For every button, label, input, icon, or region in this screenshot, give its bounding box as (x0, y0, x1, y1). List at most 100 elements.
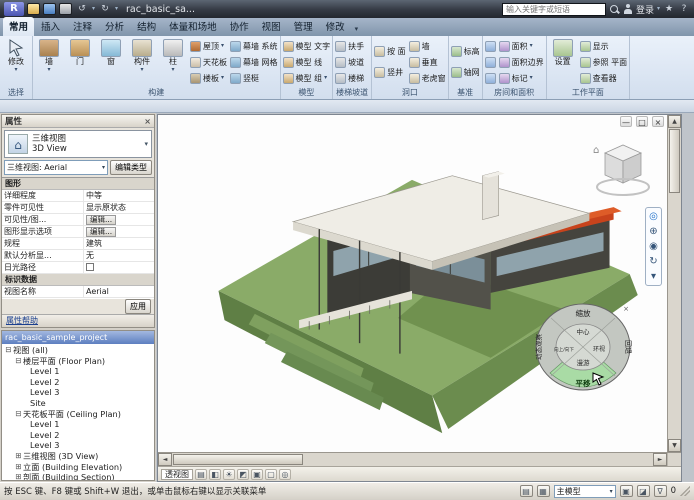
wheel-close-icon[interactable]: × (623, 305, 629, 313)
scroll-down-button[interactable]: ▼ (668, 439, 681, 452)
help-icon[interactable]: ? (678, 4, 690, 14)
tree-item[interactable]: Level 2 (4, 430, 154, 441)
wheel-walk-label[interactable]: 漫游 (577, 358, 591, 367)
tree-item[interactable]: Site (4, 398, 154, 409)
apply-button[interactable]: 应用 (125, 299, 151, 314)
stair-button[interactable]: 楼梯 (334, 71, 365, 85)
tab-structure[interactable]: 结构 (131, 17, 162, 36)
show-crop-region-icon[interactable]: ▢ (265, 469, 277, 480)
area-button[interactable]: 面积 ▾ (498, 39, 545, 53)
panel-room-area-label[interactable]: 房间和面积 (484, 87, 545, 99)
roof-dropdown-icon[interactable]: ▾ (221, 43, 224, 49)
tab-collaborate[interactable]: 协作 (224, 17, 255, 36)
filter-icon[interactable]: ∇ (654, 485, 667, 497)
view-scale-button[interactable]: 透视图 (161, 469, 193, 480)
view-selector-combo[interactable]: 三维视图: Aerial ▾ (4, 160, 108, 175)
panel-workplane-label[interactable]: 工作平面 (548, 87, 629, 99)
detail-level-icon[interactable]: ▤ (195, 469, 207, 480)
viewcube[interactable]: ⌂ (589, 137, 653, 199)
column-dropdown-icon[interactable]: ▾ (171, 67, 174, 73)
active-option-only-icon[interactable]: ▣ (620, 485, 633, 497)
exclude-options-icon[interactable]: ◪ (637, 485, 650, 497)
view-restore-button[interactable]: □ (636, 116, 648, 127)
reveal-hidden-icon[interactable]: ◎ (279, 469, 291, 480)
model-group-dropdown-icon[interactable]: ▾ (324, 75, 327, 81)
crop-view-icon[interactable]: ▣ (251, 469, 263, 480)
tab-insert[interactable]: 插入 (35, 17, 66, 36)
view-minimize-button[interactable]: — (620, 116, 632, 127)
sun-path-checkbox[interactable] (86, 263, 94, 271)
horizontal-scrollbar[interactable]: ◄ ► (158, 452, 681, 466)
window-button[interactable]: 窗 (96, 37, 126, 87)
tree-item[interactable]: Level 3 (4, 387, 154, 398)
resize-grip[interactable] (680, 486, 690, 496)
panel-build-label[interactable]: 构建 (34, 87, 279, 99)
tab-view[interactable]: 视图 (256, 17, 287, 36)
properties-close-icon[interactable]: × (144, 117, 151, 126)
tree-item[interactable]: ⊟天花板平面 (Ceiling Plan) (4, 409, 154, 420)
tree-item[interactable]: ⊞立面 (Building Elevation) (4, 462, 154, 473)
shaft-button[interactable]: 竖井 (373, 66, 407, 80)
area-boundary-button[interactable]: 面积边界 (498, 55, 545, 69)
viewcube-home-icon[interactable]: ⌂ (593, 145, 599, 156)
wheel-center-label[interactable]: 中心 (577, 327, 591, 336)
tab-home[interactable]: 常用 (3, 17, 34, 36)
tab-annotate[interactable]: 注释 (67, 17, 98, 36)
tree-item[interactable]: Level 3 (4, 440, 154, 451)
tree-collapse-icon[interactable]: ⊟ (4, 345, 13, 356)
wall-opening-button[interactable]: 墙 (408, 39, 447, 53)
tree-item[interactable]: Level 1 (4, 366, 154, 377)
navbar-more-icon[interactable]: ▾ (647, 270, 660, 283)
steering-wheel[interactable]: 缩放 回退 平移 动态观察 中心 环视 向上/向下 漫游 × (533, 301, 633, 393)
signin-button[interactable]: 登录 (636, 3, 654, 16)
opening-by-face-button[interactable]: 按 面 (373, 44, 407, 58)
wall-dropdown-icon[interactable]: ▾ (47, 67, 50, 73)
component-dropdown-icon[interactable]: ▾ (140, 67, 143, 73)
type-selector[interactable]: ⌂ 三维视图 3D View ▾ (4, 130, 152, 158)
model-text-button[interactable]: 模型 文字 (282, 39, 332, 53)
qat-customize-icon[interactable]: ▾ (115, 6, 118, 12)
railing-button[interactable]: 扶手 (334, 39, 365, 53)
signin-dropdown-icon[interactable]: ▾ (657, 6, 660, 12)
wall-button[interactable]: 墙 ▾ (34, 37, 64, 87)
tree-item[interactable]: ⊞剖面 (Building Section) (4, 472, 154, 480)
type-selector-dropdown-icon[interactable]: ▾ (144, 140, 148, 148)
pan-button[interactable]: ◉ (647, 240, 660, 253)
ref-plane-button[interactable]: 参照 平面 (579, 55, 629, 69)
wheel-pan-label[interactable]: 平移 (576, 378, 591, 388)
wheel-updown-label[interactable]: 向上/向下 (554, 346, 574, 353)
tag-area-button[interactable]: 标记 ▾ (498, 71, 545, 85)
orbit-button[interactable]: ↻ (647, 255, 660, 268)
panel-circulation-label[interactable]: 楼梯坡道 (334, 87, 370, 99)
tree-expand-icon[interactable]: ⊞ (14, 451, 23, 462)
workplane-set-button[interactable]: 设置 (548, 37, 578, 87)
design-options-select[interactable]: 主模型 ▾ (554, 485, 616, 498)
model-group-button[interactable]: 模型 组 ▾ (282, 71, 332, 85)
area-dropdown-icon[interactable]: ▾ (530, 43, 533, 49)
roof-button[interactable]: 屋顶 ▾ (189, 39, 228, 53)
panel-select-label[interactable]: 选择 (1, 87, 31, 99)
tree-item[interactable]: ⊟视图 (all) (4, 345, 154, 356)
save-button[interactable] (43, 3, 56, 15)
scroll-left-button[interactable]: ◄ (158, 453, 172, 466)
floor-dropdown-icon[interactable]: ▾ (221, 75, 224, 81)
undo-button[interactable]: ↺ (75, 3, 89, 16)
tab-analyze[interactable]: 分析 (99, 17, 130, 36)
search-input[interactable] (502, 3, 606, 16)
dormer-button[interactable]: 老虎窗 (408, 71, 447, 85)
tree-item[interactable]: ⊟楼层平面 (Floor Plan) (4, 356, 154, 367)
editing-requests-icon[interactable]: ▦ (537, 485, 550, 497)
steering-wheel-button[interactable]: ◎ (647, 210, 660, 223)
open-button[interactable] (27, 3, 40, 15)
panel-model-label[interactable]: 模型 (282, 87, 332, 99)
room-separation-button[interactable] (484, 55, 497, 69)
horizontal-scroll-thumb[interactable] (173, 454, 303, 465)
curtain-grid-button[interactable]: 幕墙 网格 (229, 55, 279, 69)
tree-expand-icon[interactable]: ⊞ (14, 472, 23, 480)
properties-header[interactable]: 属性 × (2, 115, 154, 128)
tree-item[interactable]: ⊞三维视图 (3D View) (4, 451, 154, 462)
zoom-button[interactable]: ⊕ (647, 225, 660, 238)
room-button[interactable] (484, 39, 497, 53)
edit-graphic-display-button[interactable]: 编辑... (86, 227, 116, 237)
vertical-scrollbar[interactable]: ▲ ▼ (667, 115, 681, 452)
